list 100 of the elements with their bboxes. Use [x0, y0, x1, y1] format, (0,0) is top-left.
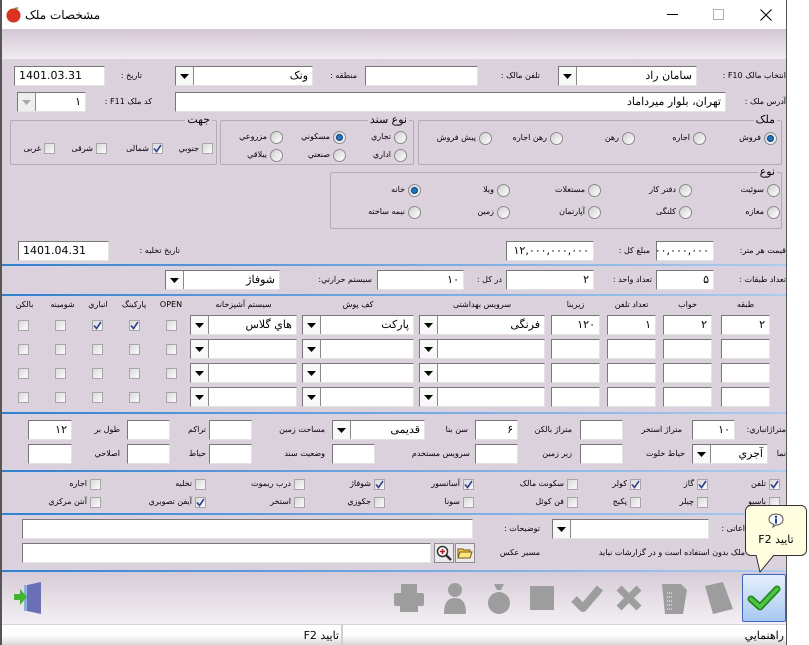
radio-option[interactable]: سوئیت [722, 183, 780, 197]
radio-button[interactable] [550, 132, 563, 144]
radio-option[interactable]: تجاري [360, 130, 407, 144]
dropdown-button[interactable] [333, 421, 351, 439]
checkbox-option[interactable]: گاز [641, 477, 708, 491]
checkbox[interactable] [567, 496, 578, 508]
radio-option[interactable]: مستغلات [530, 183, 601, 197]
dropdown[interactable] [302, 387, 414, 407]
radio-option[interactable]: پیش فروش [423, 131, 492, 145]
text-field[interactable] [663, 339, 712, 359]
checkbox[interactable] [55, 368, 66, 378]
radio-option[interactable]: آپارتمان [530, 205, 601, 219]
dropdown-button[interactable] [420, 340, 438, 358]
checkbox[interactable] [44, 143, 55, 154]
checkbox[interactable] [129, 344, 140, 354]
radio-option[interactable]: نیمه ساخته [336, 205, 421, 219]
checkbox[interactable] [129, 320, 140, 330]
text-field[interactable] [551, 339, 600, 359]
radio-button[interactable] [333, 148, 346, 162]
text-field[interactable]: ۱۰ [692, 420, 735, 440]
text-field[interactable] [607, 363, 656, 383]
checkbox-option[interactable]: غربی [14, 142, 55, 155]
radio-button[interactable] [270, 148, 283, 162]
text-field[interactable]: ۲ [721, 315, 770, 335]
checkbox[interactable] [90, 478, 101, 490]
text-field[interactable] [551, 363, 600, 383]
dropdown-button[interactable] [420, 316, 438, 334]
dropdown[interactable] [302, 339, 414, 359]
text-field[interactable] [127, 444, 170, 464]
checkbox[interactable] [166, 392, 177, 402]
radio-button[interactable] [679, 206, 692, 218]
checkbox[interactable] [697, 496, 708, 508]
dropdown-button[interactable] [559, 67, 577, 85]
radio-button[interactable] [408, 206, 421, 218]
checkbox[interactable] [567, 478, 578, 490]
checkbox[interactable] [294, 496, 305, 508]
radio-option[interactable]: اداري [360, 148, 407, 162]
radio-button[interactable] [479, 132, 492, 144]
checkbox-option[interactable]: کولر [578, 477, 641, 491]
dropdown[interactable] [302, 363, 414, 383]
checkbox[interactable] [630, 496, 641, 508]
dropdown[interactable] [552, 519, 709, 539]
text-field[interactable] [721, 387, 770, 407]
dropdown[interactable]: شوفاژ [165, 270, 280, 290]
checkbox[interactable] [92, 344, 103, 354]
radio-button[interactable] [693, 132, 706, 144]
dropdown[interactable] [419, 387, 545, 407]
checkbox-option[interactable]: اجاره [8, 477, 101, 491]
dropdown[interactable] [190, 387, 297, 407]
dropdown[interactable]: ونک [175, 66, 313, 86]
checkbox-option[interactable]: آیفن تصويري [101, 495, 206, 509]
dropdown[interactable]: آجري [692, 444, 768, 464]
text-field[interactable] [22, 543, 431, 563]
dropdown-button[interactable] [191, 364, 209, 382]
text-field[interactable]: ۱۲ [28, 420, 72, 440]
checkbox[interactable] [166, 368, 177, 378]
radio-option[interactable]: صنعتي [288, 148, 346, 162]
radio-button[interactable] [767, 206, 780, 218]
text-field[interactable]: ۲ [506, 270, 594, 290]
text-field[interactable]: ۱۲۰ [551, 315, 600, 335]
text-field[interactable] [22, 519, 473, 539]
checkbox[interactable] [195, 496, 206, 508]
radio-button[interactable] [497, 206, 510, 218]
text-field[interactable]: ۶ [475, 420, 518, 440]
radio-button[interactable] [408, 184, 421, 196]
radio-button[interactable] [270, 130, 283, 144]
dropdown-button[interactable] [420, 388, 438, 406]
dropdown[interactable]: فرنگی [419, 315, 545, 335]
text-field[interactable] [209, 420, 252, 440]
text-field[interactable] [332, 444, 375, 464]
text-field[interactable] [580, 444, 623, 464]
checkbox-option[interactable]: استخر [206, 495, 305, 509]
checkbox[interactable] [166, 344, 177, 354]
radio-option[interactable]: خانه [374, 183, 421, 197]
date-field[interactable]: 1401.03.31 [14, 66, 105, 86]
radio-option[interactable]: رهن اجاره [497, 131, 563, 145]
checkbox[interactable] [55, 320, 66, 330]
checkbox[interactable] [769, 478, 780, 490]
checkbox[interactable] [55, 344, 66, 354]
radio-option[interactable]: فروش [727, 131, 777, 145]
zoom-button[interactable] [434, 543, 454, 563]
checkbox-option[interactable]: تخلیه [101, 477, 206, 491]
text-field[interactable] [607, 387, 656, 407]
browse-button[interactable] [455, 543, 475, 563]
radio-button[interactable] [767, 184, 780, 196]
radio-button[interactable] [764, 132, 777, 144]
radio-option[interactable]: کلنگی [630, 205, 692, 219]
radio-option[interactable]: مغازه [722, 205, 780, 219]
dropdown[interactable]: هاي گلاس [190, 315, 297, 335]
checkbox[interactable] [630, 478, 641, 490]
checkbox[interactable] [96, 143, 107, 154]
text-field[interactable] [28, 444, 72, 464]
checkbox[interactable] [202, 143, 213, 154]
dropdown[interactable]: پارکت [302, 315, 414, 335]
checkbox-option[interactable]: شوفاژ [305, 477, 385, 491]
dropdown-button[interactable] [191, 340, 209, 358]
dropdown-button[interactable] [303, 316, 321, 334]
radio-option[interactable]: رهن [593, 131, 635, 145]
text-field[interactable] [607, 339, 656, 359]
dropdown-button[interactable] [303, 340, 321, 358]
